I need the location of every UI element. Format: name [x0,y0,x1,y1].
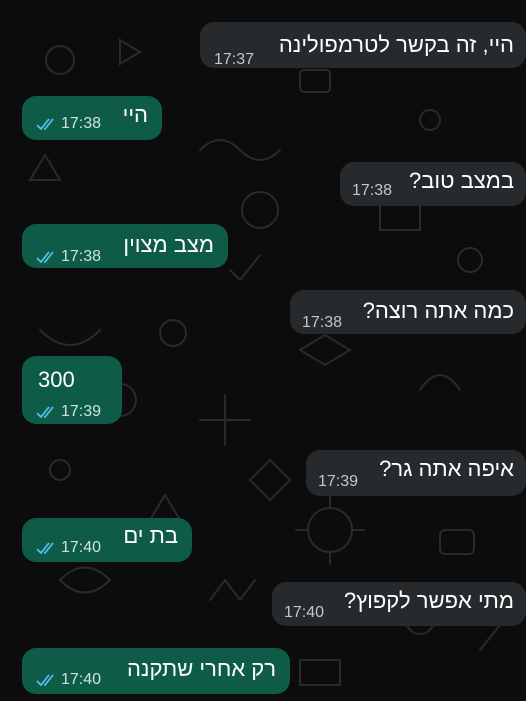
message-time: 17:39 [318,469,358,495]
message-text: היי [122,102,148,127]
message-time: 17:40 [284,600,324,626]
time-label: 17:40 [61,671,102,688]
incoming-message[interactable]: כמה אתה רוצה? 17:38 [290,290,526,334]
message-meta: 17:38 [36,244,101,270]
outgoing-message[interactable]: 300 17:39 [22,356,122,424]
message-text: במצב טוב? [408,168,514,193]
message-text: בת ים [123,523,178,548]
incoming-message[interactable]: מתי אפשר לקפוץ? 17:40 [272,582,526,626]
time-label: 17:37 [214,51,255,68]
time-label: 17:38 [61,115,102,132]
message-text: מצב מצוין [123,232,214,257]
message-meta: 17:40 [36,667,101,693]
message-text: היי, זה בקשר לטרמפולינה [278,32,514,57]
incoming-message[interactable]: איפה אתה גר? 17:39 [306,450,526,496]
outgoing-message[interactable]: מצב מצוין 17:38 [22,224,228,268]
time-label: 17:40 [61,539,102,556]
outgoing-message[interactable]: רק אחרי שתקנה 17:40 [22,648,290,694]
time-label: 17:38 [352,182,393,199]
double-check-icon [36,405,58,419]
time-label: 17:39 [318,473,359,490]
message-text: מתי אפשר לקפוץ? [343,588,514,613]
time-label: 17:38 [302,314,343,331]
double-check-icon [36,673,58,687]
time-label: 17:39 [61,403,102,420]
message-time: 17:38 [352,178,392,204]
outgoing-message[interactable]: היי 17:38 [22,96,162,140]
message-time: 17:37 [214,47,254,73]
incoming-message[interactable]: היי, זה בקשר לטרמפולינה 17:37 [200,22,526,68]
message-meta: 17:40 [36,535,101,561]
message-meta: 17:38 [36,111,101,137]
message-text: רק אחרי שתקנה [126,656,276,681]
double-check-icon [36,250,58,264]
message-text: 300 [38,367,75,392]
message-text: איפה אתה גר? [379,456,514,481]
time-label: 17:38 [61,248,102,265]
double-check-icon [36,117,58,131]
chat-conversation: היי, זה בקשר לטרמפולינה 17:37 היי 17:38 … [0,0,526,701]
message-meta: 17:39 [36,399,101,425]
double-check-icon [36,541,58,555]
message-text: כמה אתה רוצה? [362,298,514,323]
incoming-message[interactable]: במצב טוב? 17:38 [340,162,526,206]
time-label: 17:40 [284,604,325,621]
outgoing-message[interactable]: בת ים 17:40 [22,518,192,562]
message-time: 17:38 [302,310,342,336]
